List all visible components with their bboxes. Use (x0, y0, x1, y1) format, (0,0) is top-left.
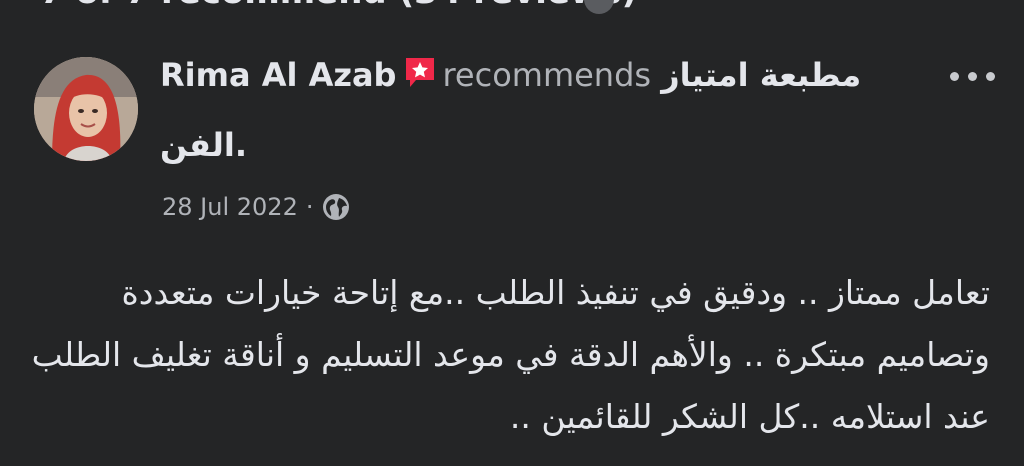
profile-photo (34, 57, 138, 161)
dot (949, 71, 959, 81)
separator: · (305, 193, 314, 221)
post-body: تعامل ممتاز .. ودقيق في تنفيذ الطلب ..مع… (30, 262, 990, 448)
action-text: recommends (442, 56, 652, 94)
body-line: تعامل ممتاز .. ودقيق في تنفيذ الطلب ..مع… (121, 273, 990, 312)
body-line: وتصاميم مبتكرة .. والأهم الدقة في موعد ا… (31, 335, 990, 374)
post-date[interactable]: 28 Jul 2022 (162, 193, 298, 221)
page-name-continued[interactable]: الفن. (160, 126, 247, 164)
recommendation-flag-icon (402, 54, 438, 102)
globe-icon[interactable] (321, 192, 351, 222)
more-options-icon[interactable] (944, 64, 1000, 88)
post-header: Rima Al Azab recommends مطبعة امتياز (160, 52, 880, 102)
dot (985, 71, 995, 81)
avatar[interactable] (34, 57, 138, 161)
dot (967, 71, 977, 81)
reviews-summary-header: 7 of 7 recommend (34 reviews) (40, 0, 637, 12)
post-meta: 28 Jul 2022 · (162, 192, 351, 222)
author-name[interactable]: Rima Al Azab (160, 56, 396, 94)
page-name[interactable]: مطبعة امتياز (661, 56, 861, 94)
body-line: عند استلامه ..كل الشكر للقائمين .. (509, 397, 990, 436)
